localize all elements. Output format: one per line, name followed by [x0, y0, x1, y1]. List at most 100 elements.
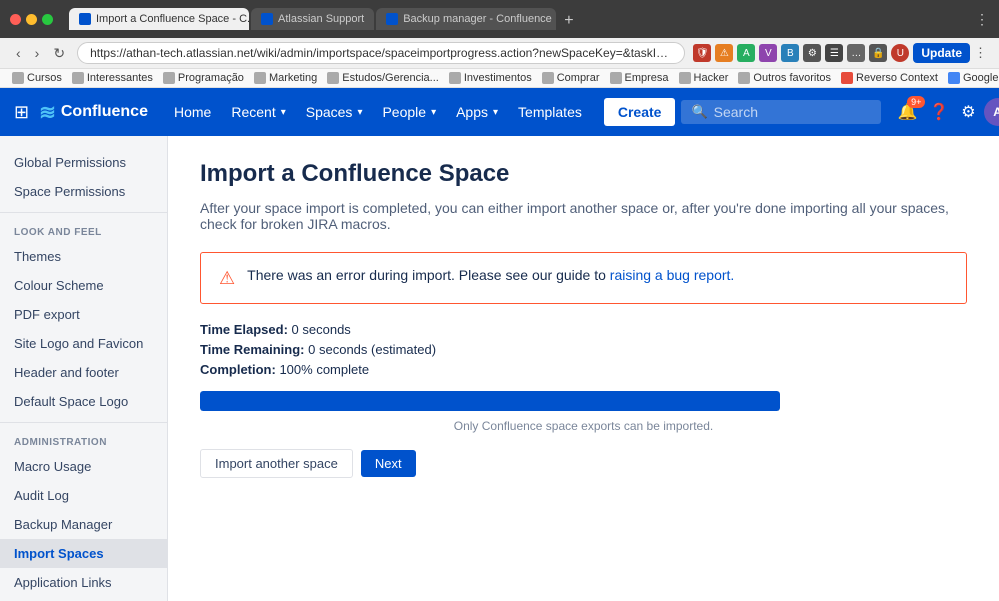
sidebar-item-jira-macro-repair[interactable]: JIRA Macro Repair: [0, 597, 167, 601]
confluence-logo[interactable]: ≋ Confluence: [39, 100, 148, 125]
back-button[interactable]: ‹: [12, 43, 25, 64]
tab-favicon-2: [261, 13, 273, 25]
sidebar-divider-1: [0, 212, 167, 213]
progress-bar-container: [200, 391, 780, 411]
search-input[interactable]: [714, 104, 864, 120]
tab-import-space[interactable]: Import a Confluence Space - C... ✕: [69, 8, 249, 30]
bookmark-programacao[interactable]: Programação: [163, 72, 244, 84]
bookmark-cursos[interactable]: Cursos: [12, 72, 62, 84]
nav-apps[interactable]: Apps▾: [448, 98, 506, 126]
completion-row: Completion: 100% complete: [200, 362, 967, 377]
action-buttons: Import another space Next: [200, 449, 967, 478]
browser-tabs: Import a Confluence Space - C... ✕ Atlas…: [69, 8, 967, 30]
more-icon[interactable]: ⋮: [974, 45, 987, 61]
ext-icon-3[interactable]: A: [737, 44, 755, 62]
nav-recent[interactable]: Recent▾: [223, 98, 293, 126]
sidebar-item-pdf-export[interactable]: PDF export: [0, 300, 167, 329]
confluence-logo-text: Confluence: [61, 103, 148, 121]
notifications-button[interactable]: 🔔 9+: [893, 98, 921, 126]
ext-icon-4[interactable]: V: [759, 44, 777, 62]
time-elapsed-val: 0 seconds: [292, 322, 351, 337]
chevron-down-icon-4: ▾: [493, 107, 498, 118]
tab-backup-manager[interactable]: Backup manager - Confluence: [376, 8, 556, 30]
stats-section: Time Elapsed: 0 seconds Time Remaining: …: [200, 322, 967, 377]
bookmark-empresa[interactable]: Empresa: [610, 72, 669, 84]
bookmark-outros[interactable]: Outros favoritos: [738, 72, 831, 84]
sidebar-item-colour-scheme[interactable]: Colour Scheme: [0, 271, 167, 300]
sidebar-item-macro-usage[interactable]: Macro Usage: [0, 452, 167, 481]
bookmark-marketing[interactable]: Marketing: [254, 72, 317, 84]
error-message: There was an error during import. Please…: [247, 267, 734, 283]
nav-templates[interactable]: Templates: [510, 98, 590, 126]
error-text-content: There was an error during import. Please…: [247, 267, 610, 283]
bookmark-reverso[interactable]: Reverso Context: [841, 72, 938, 84]
ext-icon-5[interactable]: B: [781, 44, 799, 62]
tab-favicon: [79, 13, 91, 25]
nav-icons: 🔔 9+ ❓ ⚙ A: [893, 98, 999, 126]
nav-buttons: ‹ › ↻: [12, 43, 69, 64]
tab-favicon-3: [386, 13, 398, 25]
import-another-space-button[interactable]: Import another space: [200, 449, 353, 478]
ext-icon-8[interactable]: …: [847, 44, 865, 62]
tab-label: Import a Confluence Space - C...: [96, 13, 249, 25]
page-layout: Global Permissions Space Permissions LOO…: [0, 136, 999, 601]
time-remaining-label: Time Remaining:: [200, 342, 305, 357]
bookmark-comprar[interactable]: Comprar: [542, 72, 600, 84]
update-button[interactable]: Update: [913, 43, 970, 63]
new-tab-button[interactable]: +: [558, 12, 579, 30]
chevron-down-icon: ▾: [281, 107, 286, 118]
administration-section-label: ADMINISTRATION: [0, 429, 167, 452]
create-button[interactable]: Create: [604, 98, 676, 126]
sidebar-item-import-spaces[interactable]: Import Spaces: [0, 539, 167, 568]
sidebar-item-backup-manager[interactable]: Backup Manager: [0, 510, 167, 539]
ext-icon-6[interactable]: ⚙: [803, 44, 821, 62]
sidebar: Global Permissions Space Permissions LOO…: [0, 136, 168, 601]
user-avatar[interactable]: A: [984, 98, 999, 126]
nav-people[interactable]: People▾: [374, 98, 444, 126]
sidebar-item-space-permissions[interactable]: Space Permissions: [0, 177, 167, 206]
time-elapsed-row: Time Elapsed: 0 seconds: [200, 322, 967, 337]
tab-label-3: Backup manager - Confluence: [403, 13, 552, 25]
address-bar: ‹ › ↻ https://athan-tech.atlassian.net/w…: [0, 38, 999, 69]
confluence-logo-icon: ≋: [39, 100, 56, 125]
next-button[interactable]: Next: [361, 450, 416, 477]
sidebar-item-themes[interactable]: Themes: [0, 242, 167, 271]
ext-icon-1[interactable]: 🛡: [693, 44, 711, 62]
forward-button[interactable]: ›: [31, 43, 44, 64]
browser-menu-icon[interactable]: ⋮: [975, 11, 989, 28]
browser-chrome: Import a Confluence Space - C... ✕ Atlas…: [0, 0, 999, 38]
sidebar-item-audit-log[interactable]: Audit Log: [0, 481, 167, 510]
tab-atlassian-support[interactable]: Atlassian Support: [251, 8, 374, 30]
bookmark-hacker[interactable]: Hacker: [679, 72, 729, 84]
sidebar-item-global-permissions[interactable]: Global Permissions: [0, 148, 167, 177]
settings-button[interactable]: ⚙: [957, 98, 979, 126]
nav-spaces[interactable]: Spaces▾: [298, 98, 371, 126]
sidebar-item-application-links[interactable]: Application Links: [0, 568, 167, 597]
bookmark-interessantes[interactable]: Interessantes: [72, 72, 153, 84]
sidebar-item-default-space-logo[interactable]: Default Space Logo: [0, 387, 167, 416]
reload-button[interactable]: ↻: [49, 43, 69, 64]
bookmark-google-translate[interactable]: Google Tradutor: [948, 72, 999, 84]
time-remaining-val: 0 seconds (estimated): [308, 342, 436, 357]
sidebar-item-site-logo[interactable]: Site Logo and Favicon: [0, 329, 167, 358]
minimize-dot[interactable]: [26, 14, 37, 25]
ext-icon-9[interactable]: 🔒: [869, 44, 887, 62]
apps-grid-icon[interactable]: ⊞: [14, 102, 29, 123]
bookmark-estudos[interactable]: Estudos/Gerencia...: [327, 72, 439, 84]
user-icon[interactable]: U: [891, 44, 909, 62]
close-dot[interactable]: [10, 14, 21, 25]
fullscreen-dot[interactable]: [42, 14, 53, 25]
completion-label: Completion:: [200, 362, 276, 377]
ext-icon-7[interactable]: ☰: [825, 44, 843, 62]
help-button[interactable]: ❓: [925, 98, 953, 126]
search-bar[interactable]: 🔍: [681, 100, 881, 124]
nav-home[interactable]: Home: [166, 98, 219, 126]
extension-icons: 🛡 ⚠ A V B ⚙ ☰ … 🔒 U Update ⋮: [693, 43, 987, 63]
bookmark-investimentos[interactable]: Investimentos: [449, 72, 532, 84]
ext-icon-2[interactable]: ⚠: [715, 44, 733, 62]
main-content: Import a Confluence Space After your spa…: [168, 136, 999, 601]
sidebar-item-header-footer[interactable]: Header and footer: [0, 358, 167, 387]
url-bar[interactable]: https://athan-tech.atlassian.net/wiki/ad…: [77, 42, 685, 64]
bug-report-link[interactable]: raising a bug report.: [610, 267, 735, 283]
completion-val: 100% complete: [279, 362, 369, 377]
